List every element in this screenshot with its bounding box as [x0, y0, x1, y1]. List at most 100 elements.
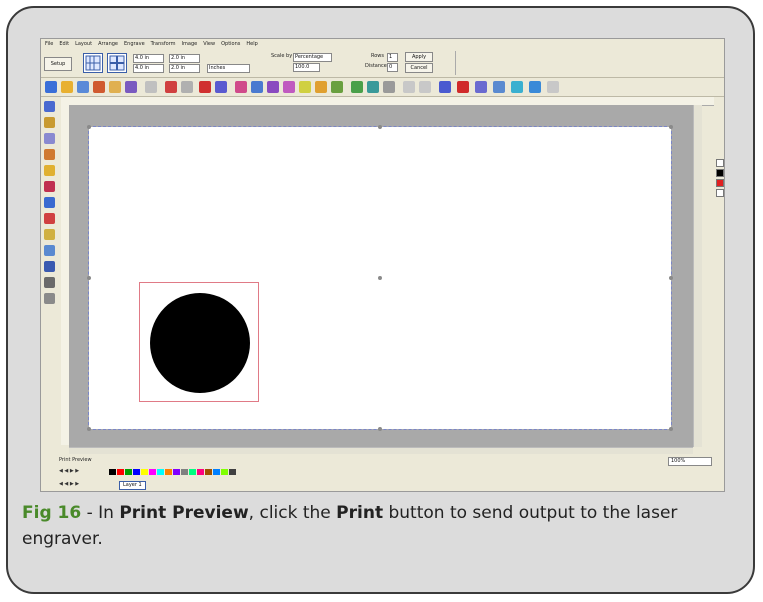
redo-icon[interactable]	[215, 81, 227, 93]
x-position-field[interactable]: 4.0 in	[133, 54, 164, 63]
paste-icon[interactable]	[181, 81, 193, 93]
palette-swatch[interactable]	[133, 469, 140, 475]
ungroup-icon[interactable]	[251, 81, 263, 93]
open-icon[interactable]	[61, 81, 73, 93]
palette-swatch[interactable]	[117, 469, 124, 475]
no-color-swatch[interactable]	[716, 159, 724, 167]
pointer-tool-icon[interactable]	[44, 101, 55, 112]
palette-swatch[interactable]	[157, 469, 164, 475]
menu-file[interactable]: File	[45, 39, 53, 49]
delete-icon[interactable]	[457, 81, 469, 93]
width-field[interactable]: 2.0 in	[169, 54, 200, 63]
copy-icon[interactable]	[165, 81, 177, 93]
page-nav-arrows[interactable]: ◀ ◀ ▶ ▶	[59, 468, 79, 474]
apply-button[interactable]: Apply	[405, 52, 433, 62]
zoom-tool-icon[interactable]	[44, 165, 55, 176]
cancel-button[interactable]: Cancel	[405, 63, 433, 73]
menu-image[interactable]: Image	[182, 39, 198, 49]
vertical-scrollbar[interactable]	[693, 105, 702, 447]
cut-icon[interactable]	[145, 81, 157, 93]
save-icon[interactable]	[77, 81, 89, 93]
measure-tool-icon[interactable]	[44, 277, 55, 288]
outline-tool-icon[interactable]	[44, 261, 55, 272]
page-grid-icon[interactable]	[83, 53, 103, 73]
scale-value-field[interactable]: 100.0	[293, 63, 320, 72]
palette-swatch[interactable]	[141, 469, 148, 475]
ellipse-tool-icon[interactable]	[44, 197, 55, 208]
menu-options[interactable]: Options	[221, 39, 240, 49]
rows-field[interactable]: 1	[387, 53, 398, 62]
artistic-text-tool-icon[interactable]	[44, 149, 55, 160]
rectangle-tool-icon[interactable]	[44, 181, 55, 192]
freehand-tool-icon[interactable]	[44, 229, 55, 240]
node-edit-icon[interactable]	[475, 81, 487, 93]
horizontal-scrollbar[interactable]	[69, 447, 693, 454]
distribute-icon[interactable]	[331, 81, 343, 93]
color-map-icon[interactable]	[351, 81, 363, 93]
white-swatch[interactable]	[716, 189, 724, 197]
setup-button[interactable]: Setup	[44, 57, 72, 71]
break-apart-icon[interactable]	[299, 81, 311, 93]
text-tool-icon[interactable]	[44, 133, 55, 144]
new-icon[interactable]	[45, 81, 57, 93]
palette-swatch[interactable]	[165, 469, 172, 475]
menu-edit[interactable]: Edit	[59, 39, 69, 49]
rotate-icon[interactable]	[511, 81, 523, 93]
canvas-area[interactable]	[69, 105, 693, 447]
print-icon[interactable]	[125, 81, 137, 93]
polygon-tool-icon[interactable]	[44, 213, 55, 224]
export-icon[interactable]	[109, 81, 121, 93]
menu-help[interactable]: Help	[246, 39, 257, 49]
engrave-icon[interactable]	[367, 81, 379, 93]
properties-icon[interactable]	[439, 81, 451, 93]
zoom-select[interactable]: 100%	[668, 457, 712, 466]
palette-swatch[interactable]	[197, 469, 204, 475]
settings-icon[interactable]	[547, 81, 559, 93]
undo-icon[interactable]	[199, 81, 211, 93]
combine-icon[interactable]	[283, 81, 295, 93]
import-icon[interactable]	[93, 81, 105, 93]
y-position-field[interactable]: 4.0 in	[133, 64, 164, 73]
height-field[interactable]: 2.0 in	[169, 64, 200, 73]
black-circle-object[interactable]	[150, 293, 250, 393]
rows-label: Rows	[371, 53, 385, 59]
distance-field[interactable]: 0	[387, 63, 398, 72]
palette-swatch[interactable]	[205, 469, 212, 475]
pen-tool-icon[interactable]	[493, 81, 505, 93]
palette-swatch[interactable]	[125, 469, 132, 475]
units-select[interactable]: Inches	[207, 64, 250, 73]
menu-transform[interactable]: Transform	[151, 39, 176, 49]
position-grid-icon[interactable]	[107, 53, 127, 73]
scale-select[interactable]: Percentage	[293, 53, 332, 62]
print-preview-tab[interactable]: Print Preview	[59, 457, 92, 463]
page-handle	[378, 427, 382, 431]
zoom-in-icon[interactable]	[403, 81, 415, 93]
palette-swatch[interactable]	[221, 469, 228, 475]
eyedropper-tool-icon[interactable]	[44, 293, 55, 304]
menu-layout[interactable]: Layout	[75, 39, 92, 49]
palette-swatch[interactable]	[181, 469, 188, 475]
node-tool-icon[interactable]	[44, 117, 55, 128]
palette-swatch[interactable]	[173, 469, 180, 475]
weld-icon[interactable]	[267, 81, 279, 93]
palette-swatch[interactable]	[109, 469, 116, 475]
red-swatch[interactable]	[716, 179, 724, 187]
layer-nav-arrows[interactable]: ◀ ◀ ▶ ▶	[59, 481, 79, 487]
menu-view[interactable]: View	[203, 39, 215, 49]
selection-box[interactable]	[139, 282, 259, 402]
group-icon[interactable]	[235, 81, 247, 93]
palette-swatch[interactable]	[149, 469, 156, 475]
zoom-out-icon[interactable]	[419, 81, 431, 93]
palette-swatch[interactable]	[189, 469, 196, 475]
refresh-icon[interactable]	[383, 81, 395, 93]
palette-swatch[interactable]	[213, 469, 220, 475]
menu-engrave[interactable]: Engrave	[124, 39, 145, 49]
palette-swatch[interactable]	[229, 469, 236, 475]
menu-arrange[interactable]: Arrange	[98, 39, 118, 49]
black-swatch[interactable]	[716, 169, 724, 177]
layer-tab[interactable]: Layer 1	[119, 481, 146, 490]
print-preview-page	[87, 125, 673, 431]
align-icon[interactable]	[315, 81, 327, 93]
fill-tool-icon[interactable]	[44, 245, 55, 256]
mirror-icon[interactable]	[529, 81, 541, 93]
